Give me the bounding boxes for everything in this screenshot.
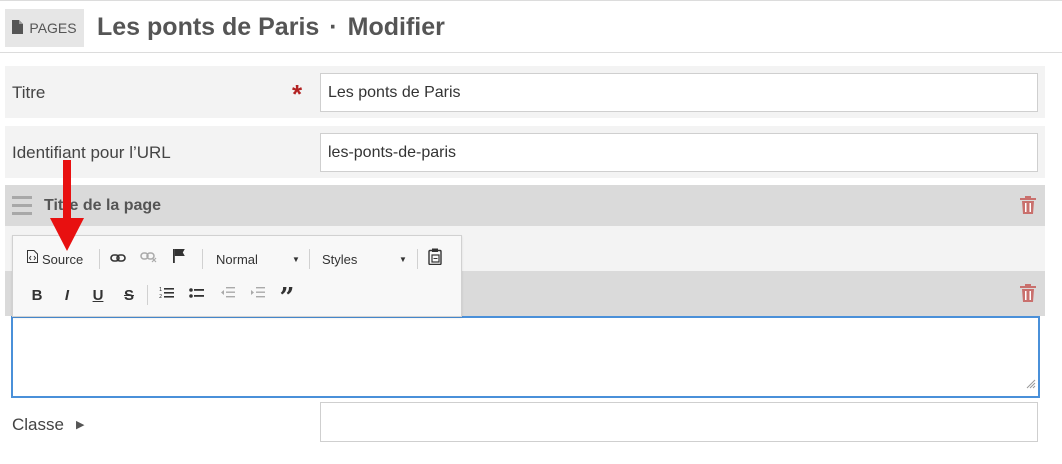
paste-icon (428, 248, 442, 270)
page-title-name: Les ponts de Paris (97, 13, 320, 41)
styles-select[interactable]: Styles (322, 249, 357, 269)
blockquote-icon: ” (279, 283, 295, 313)
link-button[interactable] (107, 249, 129, 269)
underline-button[interactable]: U (88, 284, 108, 306)
rich-text-editor[interactable] (11, 316, 1040, 398)
classe-label: Classe (12, 415, 64, 434)
chevron-down-icon: ▼ (292, 255, 300, 264)
classe-input[interactable] (320, 402, 1038, 442)
title-row: Titre * Les ponts de Paris (5, 66, 1045, 118)
source-icon (27, 250, 38, 268)
top-bar: PAGES Les ponts de Paris · Modifier (0, 0, 1062, 53)
unlink-icon (139, 250, 157, 268)
anchor-button[interactable] (168, 248, 190, 268)
slug-label: Identifiant pour l’URL (12, 143, 171, 162)
outdent-button[interactable] (216, 284, 238, 306)
title-label: Titre (12, 83, 46, 102)
strikethrough-button[interactable]: S (119, 284, 139, 306)
drag-handle-icon[interactable] (12, 196, 32, 220)
chevron-down-icon: ▼ (399, 255, 407, 264)
title-separator: · (329, 13, 338, 41)
page-title: Les ponts de Paris · Modifier (97, 13, 445, 42)
styles-select-value: Styles (322, 251, 358, 267)
outdent-icon (220, 286, 235, 304)
block-header: Titre de la page (5, 185, 1045, 226)
italic-button[interactable]: I (57, 284, 77, 306)
blockquote-button[interactable]: ” (276, 283, 298, 313)
trash-icon[interactable] (1020, 284, 1036, 307)
classe-row: Classe ▶ (5, 402, 1045, 448)
svg-text:2: 2 (159, 294, 162, 299)
numbered-list-icon: 12 (159, 286, 174, 304)
pages-badge[interactable]: PAGES (5, 9, 84, 47)
slug-row: Identifiant pour l’URL les-ponts-de-pari… (5, 126, 1045, 178)
numbered-list-button[interactable]: 12 (155, 284, 177, 306)
paste-button[interactable] (424, 248, 446, 270)
pages-badge-label: PAGES (29, 20, 77, 36)
caret-right-icon[interactable]: ▶ (76, 418, 84, 431)
indent-button[interactable] (246, 284, 268, 306)
svg-text:1: 1 (159, 287, 162, 293)
required-mark: * (292, 79, 303, 109)
indent-icon (250, 286, 265, 304)
resize-grip-icon[interactable] (1026, 376, 1036, 394)
format-select-value: Normal (216, 251, 258, 267)
unlink-button[interactable] (137, 249, 159, 269)
slug-input[interactable]: les-ponts-de-paris (320, 133, 1038, 172)
bulleted-list-button[interactable] (185, 284, 207, 306)
page-title-action: Modifier (347, 13, 445, 41)
format-select[interactable]: Normal (216, 249, 258, 269)
bulleted-list-icon (188, 286, 204, 304)
red-arrow-annotation (48, 160, 86, 257)
anchor-flag-icon (172, 248, 186, 268)
title-input[interactable]: Les ponts de Paris (320, 73, 1038, 112)
trash-icon[interactable] (1020, 196, 1036, 219)
bold-button[interactable]: B (27, 284, 47, 306)
link-icon (110, 250, 126, 268)
file-icon (12, 19, 24, 37)
